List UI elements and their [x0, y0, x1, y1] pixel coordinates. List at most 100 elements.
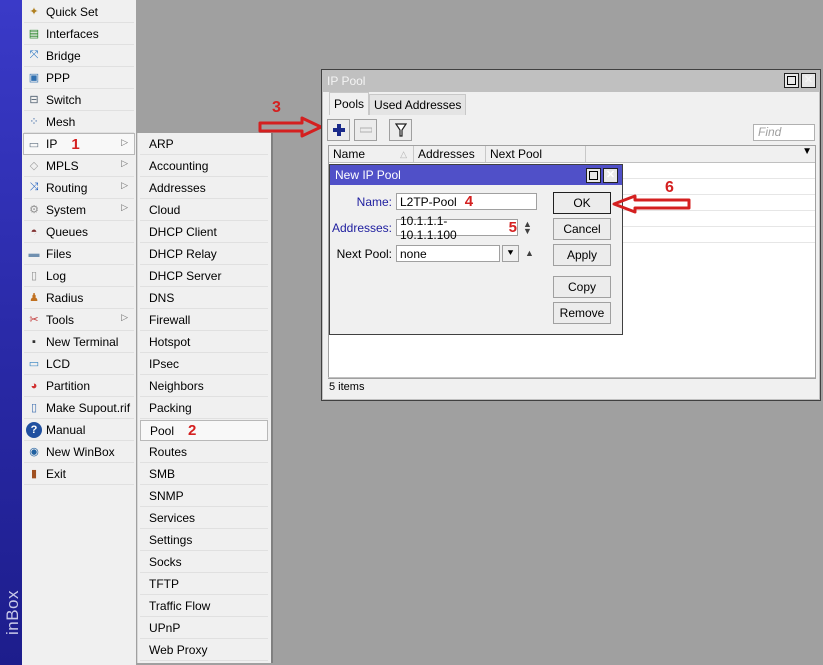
copy-button[interactable]: Copy	[553, 276, 611, 298]
maximize-button[interactable]	[784, 73, 799, 88]
ip-submenu-item-dhcp-server[interactable]: DHCP Server	[140, 266, 268, 287]
dialog-maximize-button[interactable]	[586, 168, 601, 183]
ip-submenu-label: Accounting	[149, 159, 209, 173]
annotation-step-5: 5	[508, 219, 517, 236]
ip-submenu-item-snmp[interactable]: SNMP	[140, 486, 268, 507]
tools-icon: ✂	[29, 314, 39, 326]
main-menu-item-files[interactable]: ▬ Files	[24, 243, 134, 265]
main-menu-item-routing[interactable]: ⤨ Routing ▷	[24, 177, 134, 199]
ip-submenu-label: Addresses	[149, 181, 206, 195]
main-menu-item-ip[interactable]: ▭ IP 1 ▷	[23, 133, 135, 155]
ip-submenu-item-dns[interactable]: DNS	[140, 288, 268, 309]
window-title: IP Pool	[327, 74, 366, 88]
ip-submenu-item-web-proxy[interactable]: Web Proxy	[140, 640, 268, 661]
main-menu-item-system[interactable]: ⚙ System ▷	[24, 199, 134, 221]
ip-submenu-item-dhcp-relay[interactable]: DHCP Relay	[140, 244, 268, 265]
main-menu-item-mesh[interactable]: ⁘ Mesh	[24, 111, 134, 133]
add-button[interactable]	[327, 119, 350, 141]
main-menu-label: Mesh	[46, 114, 76, 129]
collapse-icon[interactable]: ▲	[525, 249, 534, 258]
tab-used-addresses[interactable]: Used Addresses	[369, 94, 467, 115]
dialog-titlebar[interactable]: New IP Pool ✕	[330, 165, 622, 185]
cancel-button[interactable]: Cancel	[553, 218, 611, 240]
column-header-addresses[interactable]: Addresses	[414, 146, 486, 162]
brand-bar: inBox	[0, 0, 22, 665]
dialog-close-button[interactable]: ✕	[603, 168, 618, 183]
ip-pool-titlebar[interactable]: IP Pool ✕	[322, 70, 820, 92]
main-menu-label: Make Supout.rif	[46, 400, 131, 415]
main-menu-label: Queues	[46, 224, 89, 239]
main-menu-label: Switch	[46, 92, 82, 107]
main-menu-item-queues[interactable]: ◓ Queues	[24, 221, 134, 243]
main-menu-item-mpls[interactable]: ◇ MPLS ▷	[24, 155, 134, 177]
main-menu-item-new-terminal[interactable]: ▪ New Terminal	[24, 331, 134, 353]
ip-submenu-item-socks[interactable]: Socks	[140, 552, 268, 573]
next-pool-select[interactable]: none	[396, 245, 500, 262]
ip-submenu-label: Hotspot	[149, 335, 191, 349]
expand-collapse-icon[interactable]: ▲ ▼	[523, 219, 532, 235]
ip-submenu-item-cloud[interactable]: Cloud	[140, 200, 268, 221]
column-chooser-icon[interactable]: ▼	[802, 146, 812, 157]
ip-submenu-item-arp[interactable]: ARP	[140, 134, 268, 155]
ip-submenu-item-packing[interactable]: Packing	[140, 398, 268, 419]
main-menu-item-make-supout-rif[interactable]: ▯ Make Supout.rif	[24, 397, 134, 419]
submenu-arrow-icon: ▷	[121, 158, 128, 168]
mesh-icon: ⁘	[29, 116, 39, 128]
ip-submenu-label: Firewall	[149, 313, 191, 327]
main-menu-item-ppp[interactable]: ▣ PPP	[24, 67, 134, 89]
ip-submenu-item-tftp[interactable]: TFTP	[140, 574, 268, 595]
main-menu-item-new-winbox[interactable]: ◉ New WinBox	[24, 441, 134, 463]
main-menu-item-switch[interactable]: ⊟ Switch	[24, 89, 134, 111]
main-menu-label: Interfaces	[46, 26, 99, 41]
column-header-name[interactable]: Name △	[329, 146, 414, 162]
tab-pools[interactable]: Pools	[329, 92, 370, 115]
ip-submenu-label: IPsec	[149, 357, 180, 371]
ip-submenu-item-neighbors[interactable]: Neighbors	[140, 376, 268, 397]
name-field[interactable]: L2TP-Pool 4	[396, 193, 537, 210]
addresses-field[interactable]: 10.1.1.1-10.1.1.100 5	[396, 214, 518, 242]
main-menu-item-lcd[interactable]: ▭ LCD	[24, 353, 134, 375]
ip-submenu-item-upnp[interactable]: UPnP	[140, 618, 268, 639]
main-menu-item-log[interactable]: ▯ Log	[24, 265, 134, 287]
main-menu-item-exit[interactable]: ▮ Exit	[24, 463, 134, 485]
close-button[interactable]: ✕	[801, 73, 816, 88]
ip-submenu-item-settings[interactable]: Settings	[140, 530, 268, 551]
main-menu-item-quick-set[interactable]: ✦ Quick Set	[24, 1, 134, 23]
ip-submenu-item-accounting[interactable]: Accounting	[140, 156, 268, 177]
find-input[interactable]: Find	[753, 124, 815, 141]
ip-submenu-item-ipsec[interactable]: IPsec	[140, 354, 268, 375]
ip-submenu-item-pool[interactable]: Pool 2	[140, 420, 268, 441]
ip-submenu-item-routes[interactable]: Routes	[140, 442, 268, 463]
main-menu-label: Files	[46, 246, 72, 261]
ip-submenu-item-services[interactable]: Services	[140, 508, 268, 529]
sort-asc-icon: △	[400, 148, 407, 159]
main-menu-label: LCD	[46, 356, 71, 371]
column-next-pool-label: Next Pool	[490, 147, 543, 161]
remove-button[interactable]: Remove	[553, 302, 611, 324]
main-menu-label: Quick Set	[46, 4, 99, 19]
ip-submenu-label: UPnP	[149, 621, 181, 635]
main-menu-label: Manual	[46, 422, 86, 437]
main-menu-item-partition[interactable]: ◕ Partition	[24, 375, 134, 397]
ip-submenu-label: ARP	[149, 137, 174, 151]
main-menu-item-bridge[interactable]: ⤧ Bridge	[24, 45, 134, 67]
column-addresses-label: Addresses	[418, 147, 475, 161]
main-menu-item-interfaces[interactable]: ▤ Interfaces	[24, 23, 134, 45]
ip-submenu-item-traffic-flow[interactable]: Traffic Flow	[140, 596, 268, 617]
plus-icon	[332, 124, 345, 136]
ip-submenu-item-firewall[interactable]: Firewall	[140, 310, 268, 331]
main-menu-item-manual[interactable]: ? Manual	[24, 419, 134, 441]
ip-submenu-item-dhcp-client[interactable]: DHCP Client	[140, 222, 268, 243]
column-header-next-pool[interactable]: Next Pool	[486, 146, 586, 162]
ip-submenu-item-smb[interactable]: SMB	[140, 464, 268, 485]
main-menu-item-radius[interactable]: ♟ Radius	[24, 287, 134, 309]
main-menu-item-tools[interactable]: ✂ Tools ▷	[24, 309, 134, 331]
ip-submenu-item-hotspot[interactable]: Hotspot	[140, 332, 268, 353]
apply-button[interactable]: Apply	[553, 244, 611, 266]
filter-button[interactable]	[389, 119, 412, 141]
remove-button[interactable]	[354, 119, 377, 141]
dropdown-button[interactable]: ⯆	[502, 245, 519, 262]
ip-submenu-item-addresses[interactable]: Addresses	[140, 178, 268, 199]
name-value: L2TP-Pool	[400, 194, 457, 209]
ok-button[interactable]: OK	[553, 192, 611, 214]
